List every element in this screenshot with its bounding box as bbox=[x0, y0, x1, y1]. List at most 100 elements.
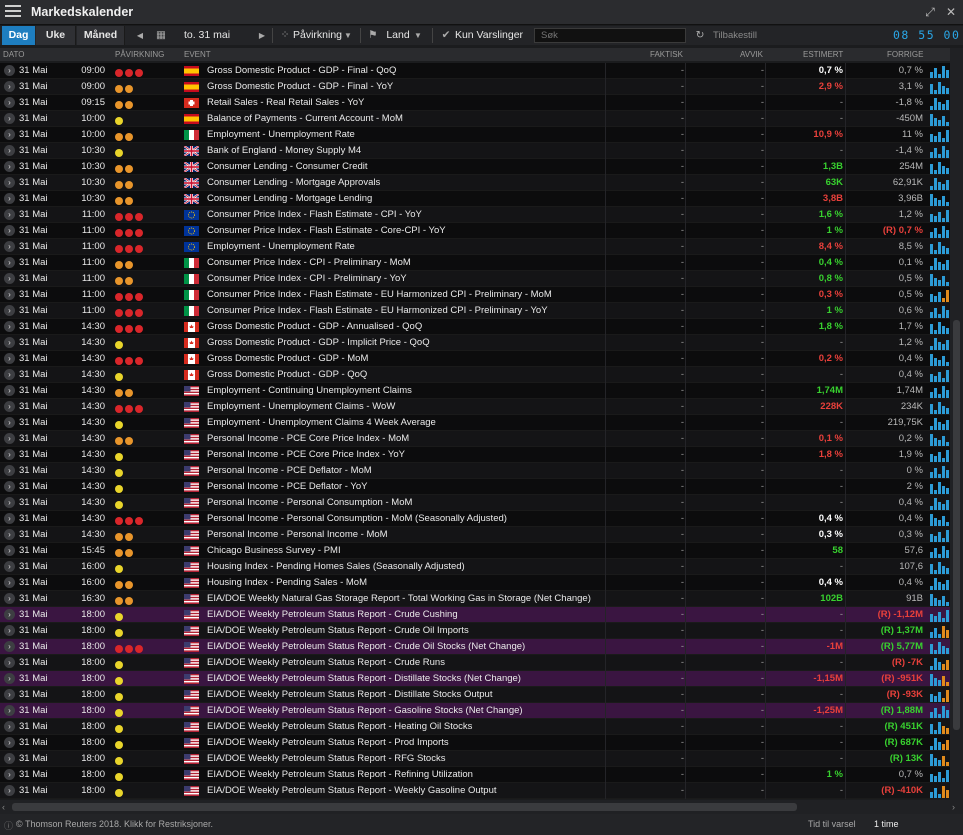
expand-row-icon[interactable]: › bbox=[4, 401, 15, 412]
expand-row-icon[interactable]: › bbox=[4, 337, 15, 348]
expand-row-icon[interactable]: › bbox=[4, 321, 15, 332]
row-event[interactable]: EIA/DOE Weekly Petroleum Status Report -… bbox=[207, 719, 605, 735]
row-event[interactable]: EIA/DOE Weekly Petroleum Status Report -… bbox=[207, 607, 605, 623]
expand-icon[interactable]: ⤢ bbox=[922, 4, 938, 20]
history-sparkline[interactable] bbox=[930, 400, 950, 414]
row-event[interactable]: Consumer Price Index - Flash Estimate - … bbox=[207, 223, 605, 239]
vertical-scrollbar[interactable] bbox=[950, 48, 963, 800]
table-row[interactable]: › 31 Mai 14:30 Personal Income - PCE Core P… bbox=[0, 431, 950, 447]
history-sparkline[interactable] bbox=[930, 576, 950, 590]
table-row[interactable]: › 31 Mai 16:30 EIA/DOE Weekly Natural Gas S… bbox=[0, 591, 950, 607]
table-row[interactable]: › 31 Mai 10:30 Consumer Lending - Mortgage … bbox=[0, 175, 950, 191]
copyright-link[interactable]: © Thomson Reuters 2018. Klikk for Restri… bbox=[16, 819, 213, 829]
table-row[interactable]: › 31 Mai 16:00 Housing Index - Pending Home… bbox=[0, 559, 950, 575]
table-row[interactable]: › 31 Mai 14:30 Personal Income - Personal C… bbox=[0, 495, 950, 511]
history-sparkline[interactable] bbox=[930, 672, 950, 686]
history-sparkline[interactable] bbox=[930, 640, 950, 654]
row-event[interactable]: Gross Domestic Product - GDP - Final - Y… bbox=[207, 79, 605, 95]
table-row[interactable]: › 31 Mai 09:00 Gross Domestic Product - GDP… bbox=[0, 63, 950, 79]
history-sparkline[interactable] bbox=[930, 64, 950, 78]
scroll-left-icon[interactable]: ‹ bbox=[2, 800, 5, 814]
row-event[interactable]: Bank of England - Money Supply M4 bbox=[207, 143, 605, 159]
country-chevron-down-icon[interactable]: ▼ bbox=[413, 26, 423, 45]
table-row[interactable]: › 31 Mai 14:30 Gross Domestic Product - GDP… bbox=[0, 319, 950, 335]
history-sparkline[interactable] bbox=[930, 272, 950, 286]
history-sparkline[interactable] bbox=[930, 160, 950, 174]
history-sparkline[interactable] bbox=[930, 704, 950, 718]
impact-filter-dropdown[interactable]: Påvirkning bbox=[293, 26, 342, 45]
row-event[interactable]: Gross Domestic Product - GDP - QoQ bbox=[207, 367, 605, 383]
row-event[interactable]: Consumer Lending - Mortgage Lending bbox=[207, 191, 605, 207]
history-sparkline[interactable] bbox=[930, 688, 950, 702]
expand-row-icon[interactable]: › bbox=[4, 465, 15, 476]
table-row[interactable]: › 31 Mai 11:00 Consumer Price Index - CPI -… bbox=[0, 255, 950, 271]
history-sparkline[interactable] bbox=[930, 128, 950, 142]
row-event[interactable]: Consumer Lending - Mortgage Approvals bbox=[207, 175, 605, 191]
table-row[interactable]: › 31 Mai 09:15 Retail Sales - Real Retail S… bbox=[0, 95, 950, 111]
table-row[interactable]: › 31 Mai 14:30 Personal Income - PCE Deflat… bbox=[0, 479, 950, 495]
history-sparkline[interactable] bbox=[930, 784, 950, 798]
table-row[interactable]: › 31 Mai 11:00 Consumer Price Index - CPI -… bbox=[0, 271, 950, 287]
table-row[interactable]: › 31 Mai 18:00 EIA/DOE Weekly Petroleum Sta… bbox=[0, 719, 950, 735]
expand-row-icon[interactable]: › bbox=[4, 353, 15, 364]
table-row[interactable]: › 31 Mai 18:00 EIA/DOE Weekly Petroleum Sta… bbox=[0, 655, 950, 671]
history-sparkline[interactable] bbox=[930, 256, 950, 270]
table-row[interactable]: › 31 Mai 14:30 Personal Income - Personal C… bbox=[0, 511, 950, 527]
expand-row-icon[interactable]: › bbox=[4, 241, 15, 252]
expand-row-icon[interactable]: › bbox=[4, 209, 15, 220]
row-event[interactable]: EIA/DOE Weekly Petroleum Status Report -… bbox=[207, 735, 605, 751]
history-sparkline[interactable] bbox=[930, 736, 950, 750]
expand-row-icon[interactable]: › bbox=[4, 753, 15, 764]
table-row[interactable]: › 31 Mai 11:00 Consumer Price Index - Flash… bbox=[0, 303, 950, 319]
expand-row-icon[interactable]: › bbox=[4, 257, 15, 268]
row-event[interactable]: Retail Sales - Real Retail Sales - YoY bbox=[207, 95, 605, 111]
expand-row-icon[interactable]: › bbox=[4, 449, 15, 460]
history-sparkline[interactable] bbox=[930, 336, 950, 350]
row-event[interactable]: Personal Income - PCE Deflator - YoY bbox=[207, 479, 605, 495]
row-event[interactable]: Personal Income - PCE Core Price Index -… bbox=[207, 447, 605, 463]
table-row[interactable]: › 31 Mai 11:00 Consumer Price Index - Flash… bbox=[0, 287, 950, 303]
row-event[interactable]: Consumer Price Index - CPI - Preliminary… bbox=[207, 255, 605, 271]
expand-row-icon[interactable]: › bbox=[4, 705, 15, 716]
row-event[interactable]: Consumer Price Index - Flash Estimate - … bbox=[207, 287, 605, 303]
table-row[interactable]: › 31 Mai 18:00 EIA/DOE Weekly Petroleum Sta… bbox=[0, 607, 950, 623]
view-month-button[interactable]: Måned bbox=[77, 26, 125, 45]
expand-row-icon[interactable]: › bbox=[4, 577, 15, 588]
table-row[interactable]: › 31 Mai 10:30 Consumer Lending - Mortgage … bbox=[0, 191, 950, 207]
table-row[interactable]: › 31 Mai 18:00 EIA/DOE Weekly Petroleum Sta… bbox=[0, 639, 950, 655]
history-sparkline[interactable] bbox=[930, 288, 950, 302]
expand-row-icon[interactable]: › bbox=[4, 97, 15, 108]
alert-time-value[interactable]: 1 time bbox=[874, 819, 899, 829]
row-event[interactable]: EIA/DOE Weekly Petroleum Status Report -… bbox=[207, 767, 605, 783]
row-event[interactable]: EIA/DOE Weekly Petroleum Status Report -… bbox=[207, 655, 605, 671]
table-row[interactable]: › 31 Mai 18:00 EIA/DOE Weekly Petroleum Sta… bbox=[0, 703, 950, 719]
history-sparkline[interactable] bbox=[930, 384, 950, 398]
expand-row-icon[interactable]: › bbox=[4, 65, 15, 76]
search-input[interactable] bbox=[534, 28, 686, 43]
table-row[interactable]: › 31 Mai 14:30 Personal Income - Personal I… bbox=[0, 527, 950, 543]
history-sparkline[interactable] bbox=[930, 192, 950, 206]
history-sparkline[interactable] bbox=[930, 544, 950, 558]
history-sparkline[interactable] bbox=[930, 208, 950, 222]
expand-row-icon[interactable]: › bbox=[4, 545, 15, 556]
calendar-icon[interactable]: ▦ bbox=[153, 26, 169, 45]
history-sparkline[interactable] bbox=[930, 80, 950, 94]
table-row[interactable]: › 31 Mai 18:00 EIA/DOE Weekly Petroleum Sta… bbox=[0, 671, 950, 687]
history-sparkline[interactable] bbox=[930, 368, 950, 382]
hamburger-menu-icon[interactable] bbox=[5, 5, 21, 19]
country-filter-dropdown[interactable]: Land bbox=[384, 26, 412, 45]
history-sparkline[interactable] bbox=[930, 144, 950, 158]
table-row[interactable]: › 31 Mai 10:30 Bank of England - Money Supp… bbox=[0, 143, 950, 159]
row-event[interactable]: Personal Income - Personal Consumption -… bbox=[207, 495, 605, 511]
expand-row-icon[interactable]: › bbox=[4, 225, 15, 236]
expand-row-icon[interactable]: › bbox=[4, 593, 15, 604]
expand-row-icon[interactable]: › bbox=[4, 113, 15, 124]
prev-date-icon[interactable]: ◀ bbox=[133, 26, 147, 45]
table-row[interactable]: › 31 Mai 10:30 Consumer Lending - Consumer … bbox=[0, 159, 950, 175]
row-event[interactable]: EIA/DOE Weekly Natural Gas Storage Repor… bbox=[207, 591, 605, 607]
table-row[interactable]: › 31 Mai 14:30 Employment - Unemployment Cl… bbox=[0, 399, 950, 415]
alerts-only-toggle[interactable]: Kun Varslinger bbox=[454, 26, 524, 45]
row-event[interactable]: Employment - Unemployment Claims - WoW bbox=[207, 399, 605, 415]
table-row[interactable]: › 31 Mai 14:30 Gross Domestic Product - GDP… bbox=[0, 367, 950, 383]
col-event[interactable]: EVENT bbox=[184, 50, 211, 59]
